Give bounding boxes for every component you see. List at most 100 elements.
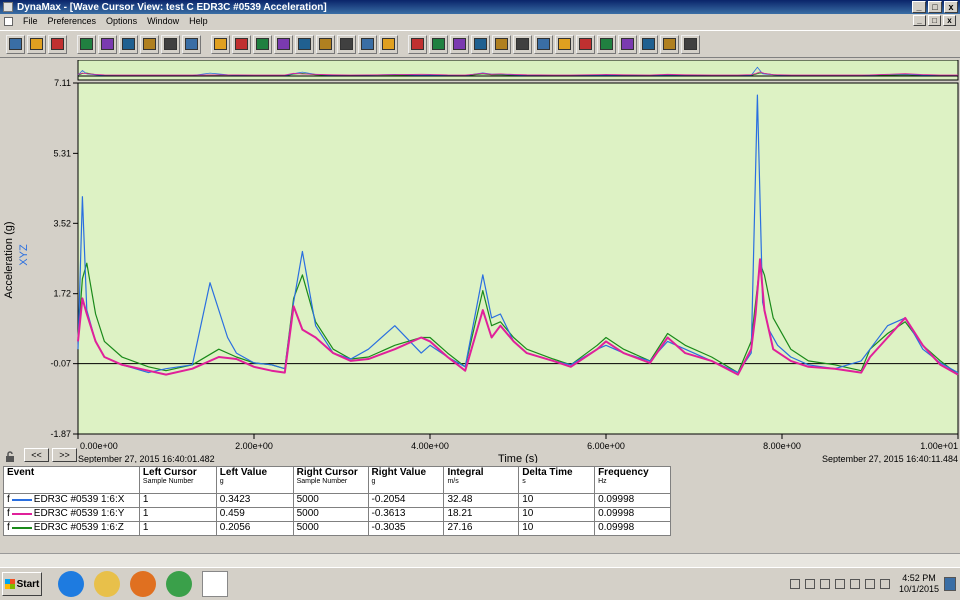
tray-icon-network[interactable] [834, 579, 845, 589]
col-delta-time[interactable]: Delta Time s [518, 466, 596, 494]
toolbar-button-10[interactable] [211, 34, 230, 54]
tray-icon-apps[interactable] [789, 579, 800, 589]
previous-button[interactable]: << [24, 448, 49, 462]
col-integral[interactable]: Integral m/s [443, 466, 520, 494]
cell-integral: 27.16 [443, 521, 520, 536]
taskbar-media-player-icon[interactable] [130, 571, 156, 597]
document-icon[interactable] [4, 16, 13, 26]
toolbar-button-5[interactable] [98, 34, 117, 54]
cell-right-cursor: 5000 [292, 493, 369, 508]
lock-icon[interactable] [4, 451, 16, 463]
cell-right-value: -0.3613 [367, 507, 445, 522]
toolbar-button-11[interactable] [232, 34, 251, 54]
toolbar-button-9[interactable] [182, 34, 201, 54]
cell-right-cursor: 5000 [292, 521, 369, 536]
tray-icon-windows[interactable] [804, 579, 815, 589]
series-color-swatch [11, 526, 32, 529]
toolbar-button-2[interactable] [27, 34, 46, 54]
toolbar-button-28[interactable] [597, 34, 616, 54]
cursor-table-wrap: Event Left Cursor Sample Number Left Valu… [3, 466, 671, 536]
toolbar-button-15[interactable] [316, 34, 335, 54]
window-title: DynaMax - [Wave Cursor View: test C EDR3… [17, 1, 327, 13]
menu-file[interactable]: File [23, 16, 38, 26]
col-event[interactable]: Event [3, 466, 140, 494]
menu-options[interactable]: Options [106, 16, 137, 26]
horizontal-scrollbar[interactable] [0, 553, 960, 567]
toolbar-button-12[interactable] [253, 34, 272, 54]
mdi-close-button[interactable]: x [943, 15, 956, 26]
tray-icon-volume[interactable] [879, 579, 890, 589]
chart-area: 7.11 5.31 3.52 1.72 -0.07 -1.87 0.00e+00 2.00e+… [0, 59, 960, 465]
toolbar-button-30[interactable] [639, 34, 658, 54]
toolbar-tool-icon [600, 38, 613, 50]
toolbar-button-18[interactable] [379, 34, 398, 54]
cell-delta-time: 10 [518, 507, 596, 522]
event-cell[interactable]: f EDR3C #0539 1:6:X [3, 493, 140, 508]
acceleration-chart[interactable]: 7.11 5.31 3.52 1.72 -0.07 -1.87 0.00e+00 2.00e+… [0, 59, 960, 465]
col-frequency[interactable]: Frequency Hz [594, 466, 671, 494]
taskbar-dynamax-icon[interactable] [202, 571, 228, 597]
col-left-value[interactable]: Left Value g [215, 466, 294, 494]
tray-icon-security[interactable] [819, 579, 830, 589]
toolbar-button-31[interactable] [660, 34, 679, 54]
toolbar-button-24[interactable] [513, 34, 532, 54]
tray-icon-flag[interactable] [864, 579, 875, 589]
toolbar-button-3[interactable] [48, 34, 67, 54]
clock[interactable]: 4:52 PM 10/1/2015 [899, 573, 939, 595]
menu-window[interactable]: Window [147, 16, 179, 26]
toolbar-button-1[interactable] [6, 34, 25, 54]
toolbar-button-19[interactable] [408, 34, 427, 54]
maximize-button[interactable]: □ [928, 1, 942, 13]
overview-strip[interactable] [77, 59, 959, 81]
toolbar-button-21[interactable] [450, 34, 469, 54]
toolbar-button-17[interactable] [358, 34, 377, 54]
cell-integral: 18.21 [443, 507, 520, 522]
toolbar-button-20[interactable] [429, 34, 448, 54]
toolbar-button-13[interactable] [274, 34, 293, 54]
plot-area[interactable] [77, 82, 959, 435]
toolbar-button-22[interactable] [471, 34, 490, 54]
taskbar-chrome-icon[interactable] [166, 571, 192, 597]
toolbar-button-32[interactable] [681, 34, 700, 54]
x-tick-label: 2.00e+00 [235, 441, 273, 451]
col-right-cursor[interactable]: Right Cursor Sample Number [292, 466, 369, 494]
toolbar-button-16[interactable] [337, 34, 356, 54]
cell-left-cursor: 1 [138, 507, 217, 522]
show-desktop-icon[interactable] [944, 577, 956, 591]
cell-integral: 32.48 [443, 493, 520, 508]
menu-preferences[interactable]: Preferences [48, 16, 97, 26]
y-axis-label: Acceleration (g) [3, 221, 15, 298]
toolbar-button-25[interactable] [534, 34, 553, 54]
start-button[interactable]: Start [2, 572, 42, 596]
mdi-minimize-button[interactable]: _ [913, 15, 926, 26]
tray-icon-update[interactable] [849, 579, 860, 589]
toolbar-button-23[interactable] [492, 34, 511, 54]
toolbar-tool-icon [663, 38, 676, 50]
table-row[interactable]: f EDR3C #0539 1:6:X 1 0.3423 5000 -0.2054 32.4… [3, 493, 671, 508]
taskbar-internet-explorer-icon[interactable] [58, 571, 84, 597]
taskbar-file-explorer-icon[interactable] [94, 571, 120, 597]
toolbar-button-8[interactable] [161, 34, 180, 54]
close-button[interactable]: x [944, 1, 958, 13]
taskbar: Start 4:52 PM 10/1/2015 [0, 567, 960, 600]
mdi-restore-button[interactable]: □ [928, 15, 941, 26]
col-right-value[interactable]: Right Value g [367, 466, 445, 494]
toolbar-button-7[interactable] [140, 34, 159, 54]
event-cell[interactable]: f EDR3C #0539 1:6:Y [3, 507, 140, 522]
toolbar-button-14[interactable] [295, 34, 314, 54]
start-timestamp: September 27, 2015 16:40:01.482 [78, 454, 215, 463]
toolbar-button-26[interactable] [555, 34, 574, 54]
cell-left-cursor: 1 [138, 521, 217, 536]
table-row[interactable]: f EDR3C #0539 1:6:Z 1 0.2056 5000 -0.3035 27.1… [3, 521, 671, 536]
cell-delta-time: 10 [518, 493, 596, 508]
toolbar-button-29[interactable] [618, 34, 637, 54]
toolbar-button-6[interactable] [119, 34, 138, 54]
toolbar-button-4[interactable] [77, 34, 96, 54]
col-left-cursor[interactable]: Left Cursor Sample Number [138, 466, 217, 494]
next-button[interactable]: >> [52, 448, 77, 462]
table-row[interactable]: f EDR3C #0539 1:6:Y 1 0.459 5000 -0.3613 18.21… [3, 507, 671, 522]
menu-help[interactable]: Help [189, 16, 208, 26]
toolbar-button-27[interactable] [576, 34, 595, 54]
event-cell[interactable]: f EDR3C #0539 1:6:Z [3, 521, 140, 536]
minimize-button[interactable]: _ [912, 1, 926, 13]
